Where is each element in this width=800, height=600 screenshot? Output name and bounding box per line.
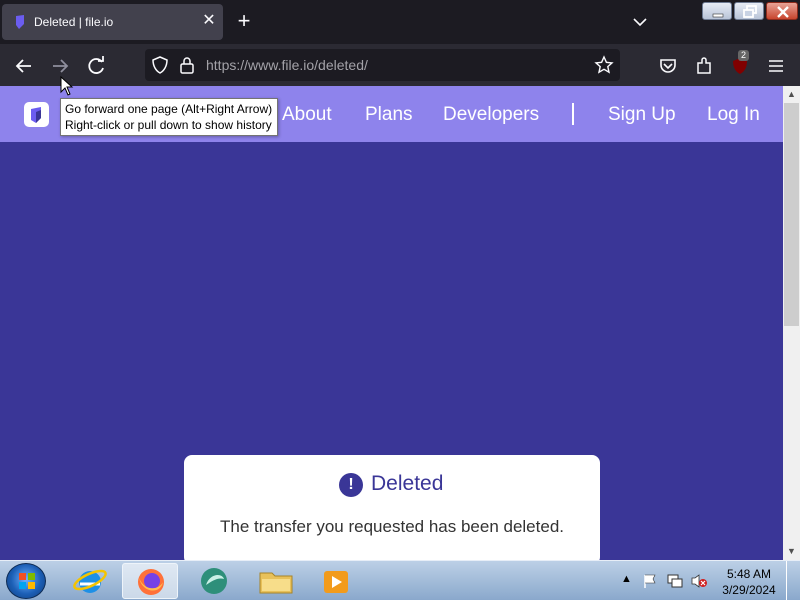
start-button[interactable] xyxy=(6,563,46,599)
shield-icon[interactable] xyxy=(151,56,169,74)
fileio-logo-icon xyxy=(31,107,41,123)
restore-window-button[interactable] xyxy=(734,2,764,20)
show-hidden-icons[interactable]: ▲ xyxy=(621,573,632,585)
bookmark-star-icon[interactable] xyxy=(594,55,614,75)
taskbar-firefox[interactable] xyxy=(122,563,178,599)
windows-logo-icon xyxy=(19,573,35,589)
taskbar-file-explorer[interactable] xyxy=(248,563,304,599)
menu-icon[interactable] xyxy=(762,52,790,80)
vertical-scrollbar[interactable]: ▲ ▼ xyxy=(783,86,800,560)
address-bar[interactable]: https://www.file.io/deleted/ xyxy=(145,49,620,81)
nav-signup-link[interactable]: Sign Up xyxy=(608,104,676,126)
fileio-logo[interactable] xyxy=(24,102,49,127)
mouse-cursor-icon xyxy=(60,76,74,96)
reload-icon[interactable] xyxy=(82,52,110,80)
tab-strip: Deleted | file.io ✕ + xyxy=(0,0,800,44)
fileio-favicon-icon xyxy=(16,15,24,29)
nav-divider xyxy=(572,103,574,125)
nav-about-link[interactable]: About xyxy=(282,104,332,126)
url-path: /deleted/ xyxy=(314,57,368,73)
scroll-up-icon[interactable]: ▲ xyxy=(783,86,800,103)
forward-tooltip: Go forward one page (Alt+Right Arrow) Ri… xyxy=(60,98,278,136)
deleted-card: ! Deleted The transfer you requested has… xyxy=(184,455,600,560)
tab-title: Deleted | file.io xyxy=(34,15,114,29)
pocket-icon[interactable] xyxy=(654,52,682,80)
lock-icon[interactable] xyxy=(179,56,195,74)
scrollbar-thumb[interactable] xyxy=(784,103,799,326)
nav-plans-link[interactable]: Plans xyxy=(365,104,413,126)
extensions-icon[interactable] xyxy=(690,52,718,80)
alert-icon: ! xyxy=(339,473,363,497)
navigation-toolbar: https://www.file.io/deleted/ 2 xyxy=(0,44,800,86)
taskbar-media-player[interactable] xyxy=(308,563,364,599)
volume-muted-icon[interactable] xyxy=(690,573,708,589)
taskbar-app[interactable] xyxy=(186,563,242,599)
chevron-down-icon[interactable] xyxy=(630,12,650,32)
back-icon[interactable] xyxy=(10,52,38,80)
action-center-flag-icon[interactable] xyxy=(642,573,658,589)
page-content: About Plans Developers Sign Up Log In ! … xyxy=(0,86,783,560)
tooltip-line-2: Right-click or pull down to show history xyxy=(65,118,272,132)
new-tab-button[interactable]: + xyxy=(232,10,256,34)
app-icon xyxy=(201,568,227,594)
url-host: https://www.file.io xyxy=(206,57,315,73)
card-message: The transfer you requested has been dele… xyxy=(219,517,564,536)
show-desktop-button[interactable] xyxy=(786,561,800,600)
windows-taskbar: ▲ 5:48 AM 3/29/2024 xyxy=(0,560,800,600)
card-title: Deleted xyxy=(371,472,444,495)
close-tab-icon[interactable]: ✕ xyxy=(200,12,218,30)
media-player-icon xyxy=(324,571,348,593)
nav-login-link[interactable]: Log In xyxy=(707,104,760,126)
internet-explorer-icon xyxy=(73,569,107,593)
close-window-button[interactable] xyxy=(766,2,798,20)
tab-deleted[interactable]: Deleted | file.io ✕ xyxy=(2,4,223,40)
url-text[interactable]: https://www.file.io/deleted/ xyxy=(206,57,368,73)
taskbar-internet-explorer[interactable] xyxy=(62,563,118,599)
extension-badge: 2 xyxy=(738,50,750,61)
scroll-down-icon[interactable]: ▼ xyxy=(783,543,800,560)
network-icon[interactable] xyxy=(666,573,684,589)
tooltip-line-1: Go forward one page (Alt+Right Arrow) xyxy=(65,102,273,116)
clock-time: 5:48 AM xyxy=(726,567,772,581)
system-clock[interactable]: 5:48 AM 3/29/2024 xyxy=(716,566,782,598)
minimize-window-button[interactable] xyxy=(702,2,732,20)
nav-developers-link[interactable]: Developers xyxy=(443,104,539,126)
clock-date: 3/29/2024 xyxy=(722,583,776,597)
firefox-icon xyxy=(138,569,164,595)
folder-icon xyxy=(259,572,293,594)
